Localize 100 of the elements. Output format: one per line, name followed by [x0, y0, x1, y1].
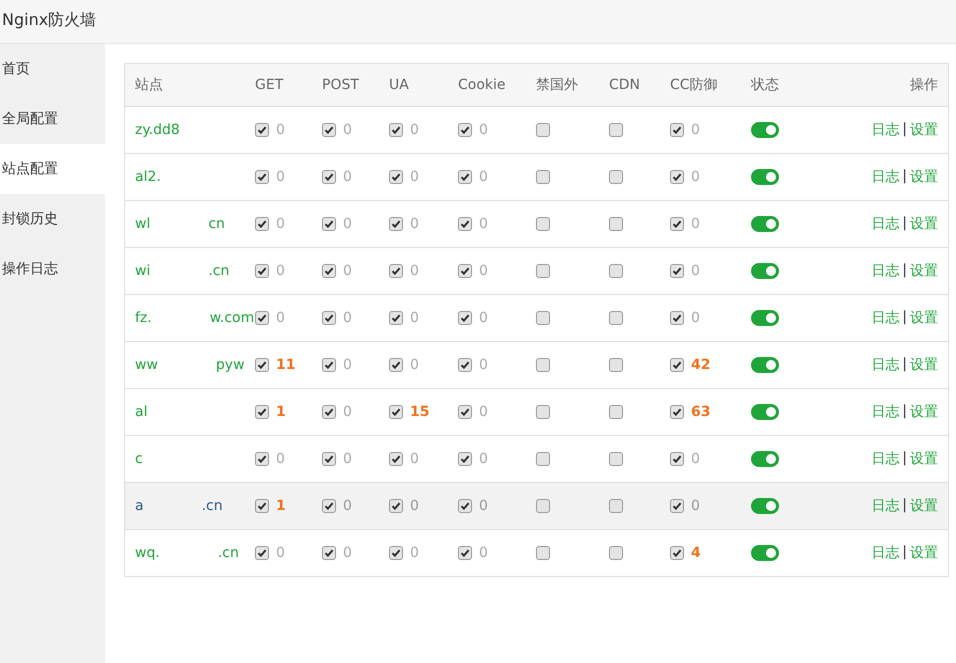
checkbox[interactable] — [322, 170, 336, 184]
checkbox[interactable] — [609, 170, 623, 184]
checkbox[interactable] — [389, 452, 403, 466]
checkbox[interactable] — [670, 452, 684, 466]
checkbox[interactable] — [609, 452, 623, 466]
toggle-switch[interactable] — [751, 263, 779, 279]
log-link[interactable]: 日志 — [871, 497, 900, 515]
checkbox[interactable] — [322, 217, 336, 231]
settings-link[interactable]: 设置 — [910, 262, 938, 280]
log-link[interactable]: 日志 — [871, 403, 900, 421]
checkbox[interactable] — [322, 546, 336, 560]
checkbox[interactable] — [255, 405, 269, 419]
checkbox[interactable] — [536, 452, 550, 466]
toggle-switch[interactable] — [751, 451, 779, 467]
checkbox[interactable] — [536, 499, 550, 513]
settings-link[interactable]: 设置 — [910, 356, 938, 374]
site-link[interactable]: fz. — [135, 310, 152, 326]
toggle-switch[interactable] — [751, 404, 779, 420]
checkbox[interactable] — [389, 123, 403, 137]
checkbox[interactable] — [322, 405, 336, 419]
checkbox[interactable] — [458, 405, 472, 419]
checkbox[interactable] — [255, 546, 269, 560]
checkbox[interactable] — [458, 311, 472, 325]
checkbox[interactable] — [609, 405, 623, 419]
site-link[interactable]: wi — [135, 263, 150, 279]
checkbox[interactable] — [389, 499, 403, 513]
checkbox[interactable] — [255, 452, 269, 466]
checkbox[interactable] — [670, 123, 684, 137]
checkbox[interactable] — [322, 452, 336, 466]
checkbox[interactable] — [536, 311, 550, 325]
checkbox[interactable] — [389, 170, 403, 184]
checkbox[interactable] — [670, 358, 684, 372]
settings-link[interactable]: 设置 — [910, 215, 938, 233]
checkbox[interactable] — [609, 499, 623, 513]
site-link[interactable]: al2. — [135, 169, 161, 185]
checkbox[interactable] — [458, 217, 472, 231]
checkbox[interactable] — [536, 123, 550, 137]
checkbox[interactable] — [458, 358, 472, 372]
checkbox[interactable] — [609, 264, 623, 278]
site-link[interactable]: zy.dd8 — [135, 122, 180, 138]
log-link[interactable]: 日志 — [871, 309, 900, 327]
log-link[interactable]: 日志 — [871, 121, 900, 139]
site-link[interactable]: al — [135, 404, 148, 420]
site-link[interactable]: a — [135, 498, 144, 514]
site-link[interactable]: .cn — [218, 545, 239, 561]
checkbox[interactable] — [670, 217, 684, 231]
checkbox[interactable] — [255, 217, 269, 231]
checkbox[interactable] — [255, 358, 269, 372]
sidebar-item[interactable]: 操作日志 — [0, 244, 105, 294]
toggle-switch[interactable] — [751, 357, 779, 373]
checkbox[interactable] — [322, 358, 336, 372]
checkbox[interactable] — [536, 358, 550, 372]
toggle-switch[interactable] — [751, 216, 779, 232]
checkbox[interactable] — [389, 311, 403, 325]
checkbox[interactable] — [536, 264, 550, 278]
checkbox[interactable] — [670, 170, 684, 184]
toggle-switch[interactable] — [751, 498, 779, 514]
checkbox[interactable] — [670, 546, 684, 560]
checkbox[interactable] — [609, 123, 623, 137]
checkbox[interactable] — [458, 499, 472, 513]
site-link[interactable]: .cn — [202, 498, 223, 514]
settings-link[interactable]: 设置 — [910, 309, 938, 327]
sidebar-item[interactable]: 首页 — [0, 44, 105, 94]
checkbox[interactable] — [458, 546, 472, 560]
log-link[interactable]: 日志 — [871, 262, 900, 280]
checkbox[interactable] — [458, 123, 472, 137]
toggle-switch[interactable] — [751, 310, 779, 326]
settings-link[interactable]: 设置 — [910, 168, 938, 186]
log-link[interactable]: 日志 — [871, 450, 900, 468]
checkbox[interactable] — [458, 264, 472, 278]
checkbox[interactable] — [609, 358, 623, 372]
checkbox[interactable] — [255, 499, 269, 513]
settings-link[interactable]: 设置 — [910, 497, 938, 515]
checkbox[interactable] — [255, 264, 269, 278]
checkbox[interactable] — [609, 311, 623, 325]
checkbox[interactable] — [389, 546, 403, 560]
site-link[interactable]: w.com — [210, 310, 254, 326]
toggle-switch[interactable] — [751, 122, 779, 138]
checkbox[interactable] — [389, 264, 403, 278]
checkbox[interactable] — [389, 217, 403, 231]
toggle-switch[interactable] — [751, 545, 779, 561]
site-link[interactable]: c — [135, 451, 143, 467]
log-link[interactable]: 日志 — [871, 356, 900, 374]
checkbox[interactable] — [322, 311, 336, 325]
toggle-switch[interactable] — [751, 169, 779, 185]
checkbox[interactable] — [609, 217, 623, 231]
log-link[interactable]: 日志 — [871, 168, 900, 186]
checkbox[interactable] — [255, 311, 269, 325]
log-link[interactable]: 日志 — [871, 215, 900, 233]
site-link[interactable]: pyw — [216, 357, 245, 373]
checkbox[interactable] — [255, 170, 269, 184]
checkbox[interactable] — [536, 170, 550, 184]
checkbox[interactable] — [322, 499, 336, 513]
sidebar-item[interactable]: 全局配置 — [0, 94, 105, 144]
site-link[interactable]: wq. — [135, 545, 160, 561]
checkbox[interactable] — [670, 311, 684, 325]
checkbox[interactable] — [389, 405, 403, 419]
site-link[interactable]: cn — [208, 216, 225, 232]
site-link[interactable]: wl — [135, 216, 150, 232]
checkbox[interactable] — [670, 405, 684, 419]
